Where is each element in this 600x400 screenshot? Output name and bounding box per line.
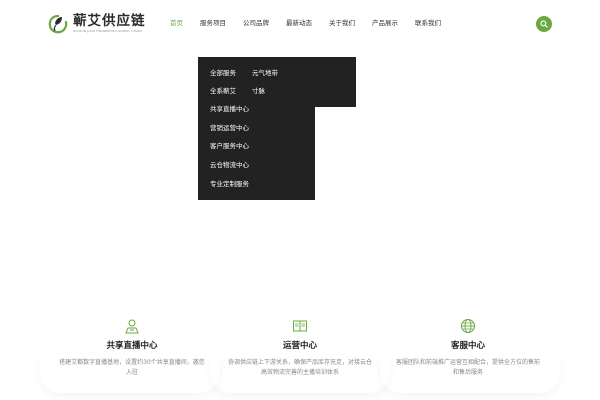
site-header: 蕲艾供应链 QICHUN JIAXI HONGMIYOU SUPPLY CHAI… (0, 0, 600, 48)
dropdown-item-all-services[interactable]: 全部服务 (210, 68, 236, 78)
dropdown-item-logistics-center[interactable]: 云仓物流中心 (210, 160, 249, 170)
feature-title: 共享直播中心 (106, 341, 158, 351)
book-icon (293, 320, 307, 332)
nav-item-services[interactable]: 服务项目 (200, 18, 226, 28)
brand-subtitle: QICHUN JIAXI HONGMIYOU SUPPLY CHAIN (73, 29, 142, 33)
nav-item-about[interactable]: 关于我们 (329, 18, 355, 28)
brand-title: 蕲艾供应链 (73, 13, 146, 29)
feature-title: 客服中心 (450, 341, 485, 351)
logo[interactable]: 蕲艾供应链 QICHUN JIAXI HONGMIYOU SUPPLY CHAI… (47, 12, 146, 36)
logo-text: 蕲艾供应链 QICHUN JIAXI HONGMIYOU SUPPLY CHAI… (73, 14, 146, 34)
dropdown-item-live-center[interactable]: 共享直播中心 (210, 104, 249, 114)
dropdown-item-all-qiai[interactable]: 全系蕲艾 (210, 86, 236, 96)
services-submenu: 元气地带 寸脉 (246, 57, 356, 107)
dropdown-item-custom-service[interactable]: 专业定制服务 (210, 179, 249, 189)
feature-desc: 搭建艾都数字直播基地，设置约30个共享直播间，邀您入驻 (59, 359, 205, 376)
dropdown-item-customer-center[interactable]: 客户服务中心 (210, 141, 249, 151)
feature-service-center[interactable]: 客服中心 客服团队和前端推广运营互相配合，提供全方位的售前和售后服务 (388, 318, 548, 378)
submenu-item-yuanqi[interactable]: 元气地带 (252, 68, 278, 78)
dropdown-item-marketing-center[interactable]: 营销运营中心 (210, 123, 249, 133)
main-nav: 首页 服务项目 公司品牌 最新动态 关于我们 产品展示 联系我们 (170, 18, 458, 28)
feature-desc: 协调供应链上下游关系，确保产品库存充足，对接云仓高效物流完善的主播培训体系 (227, 359, 372, 376)
search-button[interactable] (536, 16, 552, 32)
nav-item-brand[interactable]: 公司品牌 (243, 18, 269, 28)
feature-title: 运营中心 (282, 341, 317, 351)
globe-icon (461, 319, 475, 333)
nav-item-contact[interactable]: 联系我们 (415, 18, 441, 28)
search-icon (540, 20, 548, 28)
nav-item-news[interactable]: 最新动态 (286, 18, 312, 28)
leaf-logo-icon (48, 14, 68, 34)
person-icon (125, 319, 139, 334)
feature-desc: 客服团队和前端推广运营互相配合，提供全方位的售前和售后服务 (395, 359, 540, 376)
submenu-item-cunmai[interactable]: 寸脉 (252, 86, 265, 96)
feature-operations-center[interactable]: 运营中心 协调供应链上下游关系，确保产品库存充足，对接云仓高效物流完善的主播培训… (220, 318, 380, 378)
feature-live-center[interactable]: 共享直播中心 搭建艾都数字直播基地，设置约30个共享直播间，邀您入驻 (52, 318, 212, 378)
nav-item-home[interactable]: 首页 (170, 18, 183, 28)
nav-item-products[interactable]: 产品展示 (372, 18, 398, 28)
